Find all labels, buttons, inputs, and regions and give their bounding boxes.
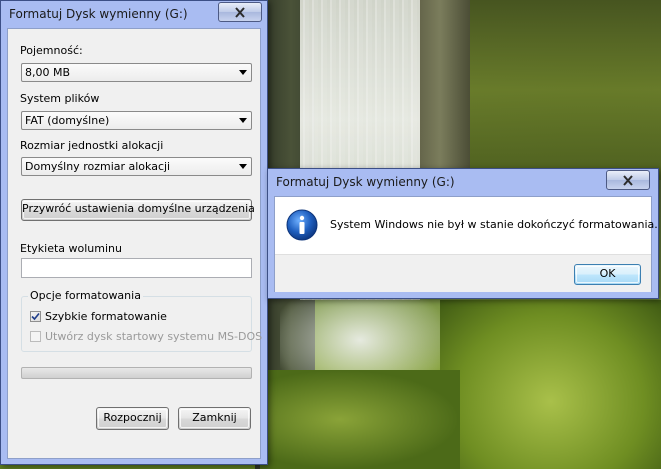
message-text: System Windows nie był w stanie dokończy… (330, 218, 658, 231)
volume-label-label: Etykieta woluminu (20, 242, 122, 255)
format-options-title: Opcje formatowania (28, 289, 143, 302)
close-icon (623, 174, 633, 186)
format-dialog: Formatuj Dysk wymienny (G:) Pojemność: 8… (0, 0, 268, 465)
message-box-close-button[interactable] (606, 170, 650, 190)
chevron-down-icon (239, 164, 247, 169)
capacity-label: Pojemność: (20, 44, 83, 57)
file-system-value: FAT (domyślne) (25, 114, 110, 127)
allocation-unit-label: Rozmiar jednostki alokacji (20, 139, 164, 152)
volume-label-input[interactable] (21, 258, 252, 278)
file-system-select[interactable]: FAT (domyślne) (21, 111, 252, 130)
message-box: Formatuj Dysk wymienny (G:) System Windo… (267, 168, 659, 299)
allocation-unit-select[interactable]: Domyślny rozmiar alokacji (21, 157, 252, 176)
start-label: Rozpocznij (103, 411, 162, 424)
format-dialog-title: Formatuj Dysk wymienny (G:) (9, 7, 188, 21)
quick-format-checkbox[interactable] (30, 311, 41, 322)
msdos-startup-label: Utwórz dysk startowy systemu MS-DOS (45, 330, 263, 343)
close-icon (235, 6, 245, 18)
message-box-client: System Windows nie był w stanie dokończy… (274, 196, 658, 292)
message-box-body: System Windows nie był w stanie dokończy… (275, 197, 658, 254)
format-progress-bar (21, 367, 252, 379)
ok-button[interactable]: OK (574, 264, 641, 285)
format-dialog-close-button[interactable] (218, 2, 262, 22)
quick-format-label[interactable]: Szybkie formatowanie (45, 310, 167, 323)
file-system-label: System plików (20, 92, 100, 105)
close-label: Zamknij (192, 411, 237, 424)
ok-label: OK (599, 267, 616, 280)
allocation-unit-value: Domyślny rozmiar alokacji (25, 160, 171, 173)
start-button[interactable]: Rozpocznij (96, 407, 169, 430)
format-dialog-client: Pojemność: 8,00 MB System plików FAT (do… (7, 28, 262, 459)
message-box-title: Formatuj Dysk wymienny (G:) (276, 175, 455, 189)
capacity-select[interactable]: 8,00 MB (21, 63, 252, 82)
restore-defaults-label: Przywróć ustawienia domyślne urządzenia (22, 202, 255, 215)
capacity-value: 8,00 MB (25, 66, 71, 79)
message-box-footer: OK (275, 254, 651, 292)
message-box-titlebar[interactable]: Formatuj Dysk wymienny (G:) (268, 169, 658, 195)
chevron-down-icon (239, 70, 247, 75)
info-icon (286, 209, 318, 241)
msdos-startup-checkbox (30, 331, 41, 342)
format-dialog-titlebar[interactable]: Formatuj Dysk wymienny (G:) (1, 1, 267, 27)
restore-defaults-button[interactable]: Przywróć ustawienia domyślne urządzenia (21, 199, 255, 221)
close-button[interactable]: Zamknij (178, 407, 251, 430)
chevron-down-icon (239, 118, 247, 123)
format-options-group: Opcje formatowania Szybkie formatowanie … (21, 289, 262, 352)
checkmark-icon (31, 312, 40, 321)
